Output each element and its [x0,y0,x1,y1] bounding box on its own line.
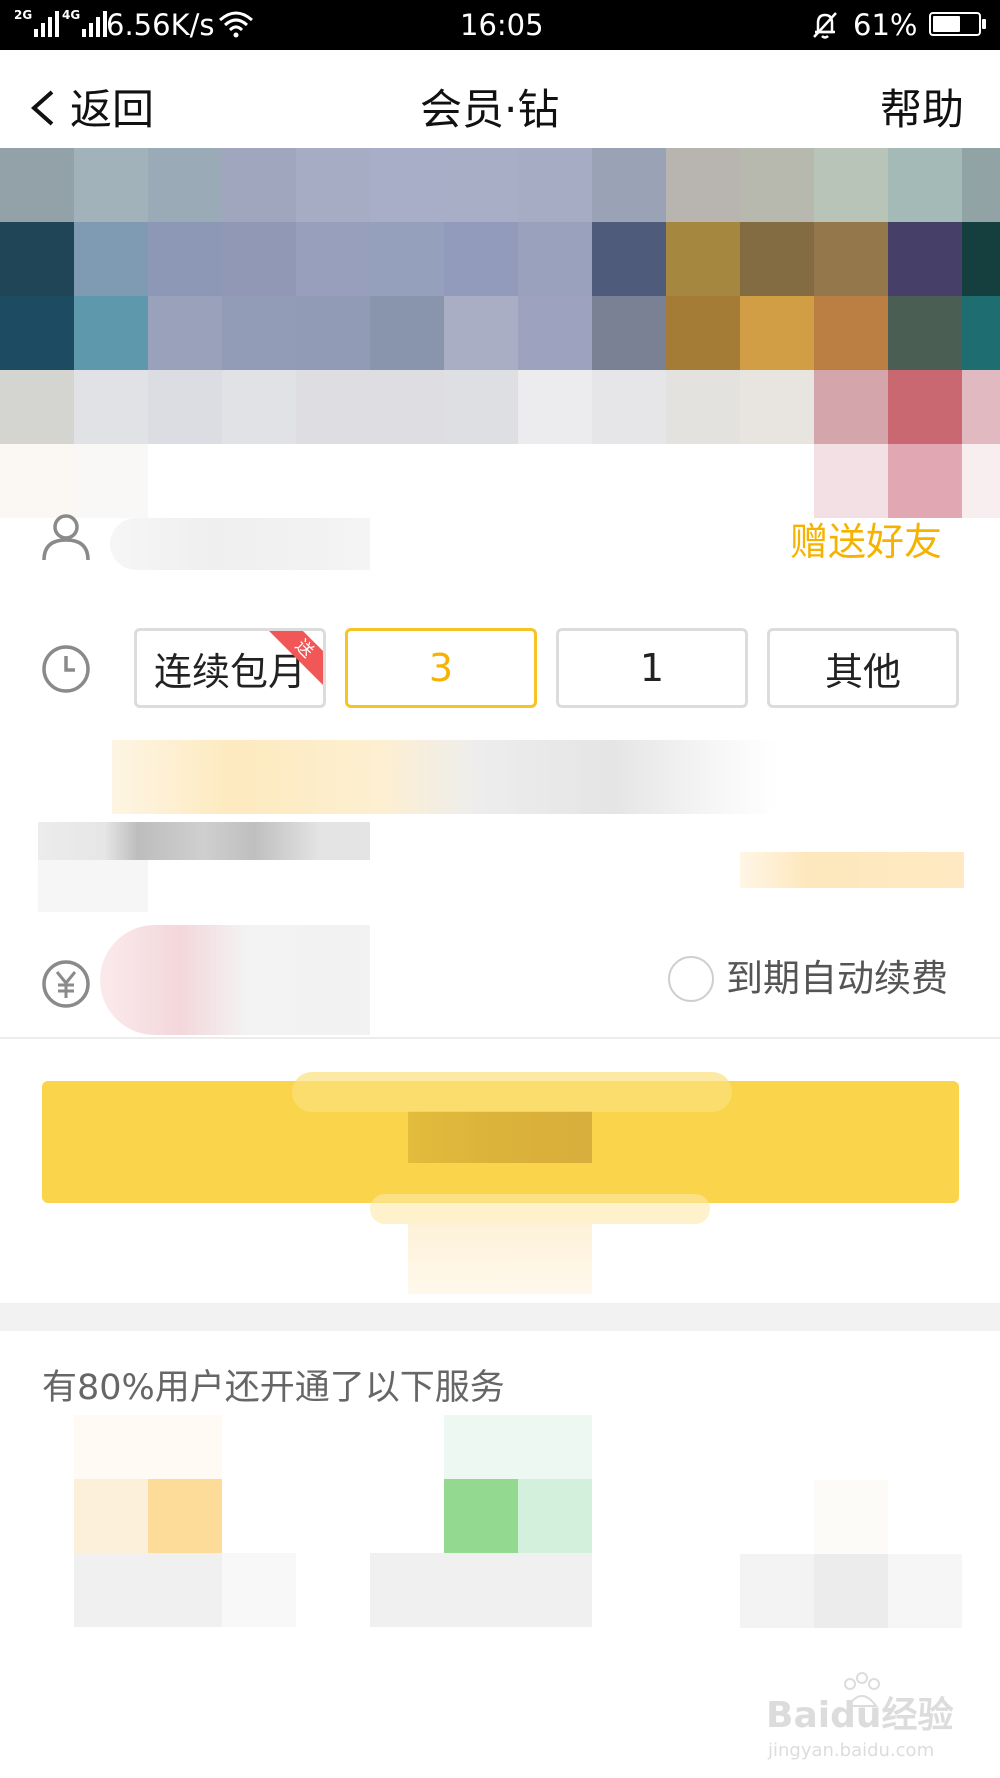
help-link[interactable]: 帮助 [880,86,964,134]
signal-4g-icon: 4G [62,9,107,39]
discount-info-redacted-2 [38,860,148,912]
service-item-3-redacted[interactable] [740,1480,962,1630]
services-heading: 有80%用户还开通了以下服务 [42,1368,505,1408]
user-icon [42,514,90,561]
pay-button-label-redacted [408,1111,592,1163]
battery-percent: 61% [853,8,918,42]
pay-button-smudge [292,1072,732,1112]
chevron-left-icon [30,90,54,126]
pay-note-smudge [370,1194,710,1224]
discount-value-redacted [740,852,964,888]
option-1-label: 1 [639,646,665,690]
service-item-1-redacted[interactable] [74,1415,222,1630]
option-1[interactable]: 1 [556,628,748,708]
option-monthly[interactable]: 连续包月 送 [134,628,326,708]
section-separator [0,1303,1000,1331]
price-info-redacted [112,740,778,814]
price-amount-redacted [100,925,370,1035]
back-label: 返回 [70,85,155,134]
status-bar: 2G 4G 6.56K/s 16:05 61% [0,0,1000,50]
option-other[interactable]: 其他 [767,628,959,708]
watermark-text: Baidu经验 [766,1695,954,1736]
gift-friend-link[interactable]: 赠送好友 [790,519,942,565]
clock-icon [42,645,90,693]
watermark-url: jingyan.baidu.com [768,1740,935,1761]
option-other-label: 其他 [824,649,901,694]
battery-icon [929,12,986,36]
app-header: 返回 会员·钻 帮助 [0,50,1000,148]
service-item-2-redacted[interactable] [370,1415,592,1630]
option-3[interactable]: 3 [345,628,537,708]
page-title: 会员·钻 [420,85,560,134]
network-speed: 6.56K/s [106,8,215,42]
wifi-icon [219,11,253,38]
yuan-icon [42,960,90,1008]
auto-renew-radio[interactable] [668,956,714,1002]
banner-redacted [0,148,1000,518]
signal-2g-icon: 2G [14,9,59,39]
pay-note-redacted [408,1224,592,1294]
account-name-redacted [110,518,370,570]
option-monthly-label: 连续包月 [153,649,306,694]
discount-info-redacted [38,822,370,860]
alarm-muted-icon [813,12,837,39]
clock: 16:05 [460,8,544,42]
auto-renew-label: 到期自动续费 [726,957,948,1000]
service-item-1-redacted-b [222,1553,296,1627]
baidu-watermark: Baidu经验 jingyan.baidu.com [766,1672,966,1768]
option-3-label: 3 [428,646,454,690]
divider [0,1037,1000,1039]
